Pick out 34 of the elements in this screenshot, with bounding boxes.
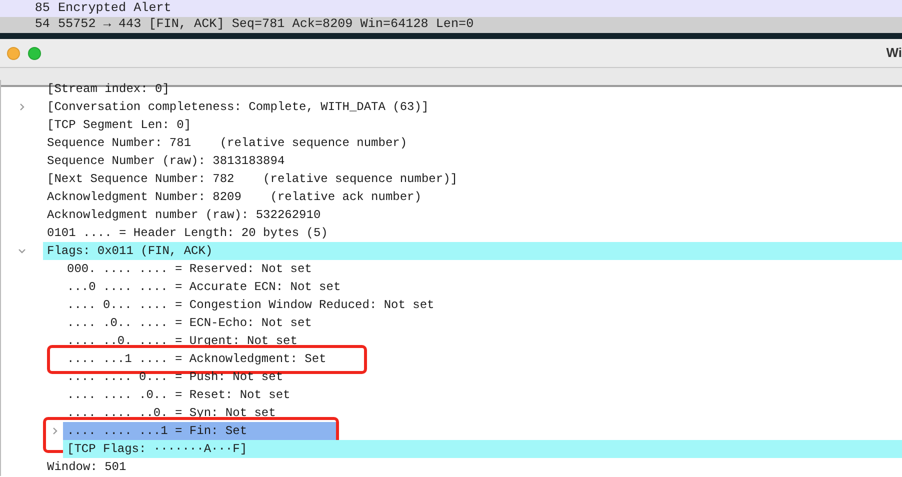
packet-row[interactable]: 85 Encrypted Alert <box>0 0 902 16</box>
tree-item[interactable]: 0101 .... = Header Length: 20 bytes (5) <box>43 224 902 242</box>
tree-item[interactable]: Sequence Number: 781 (relative sequence number) <box>43 134 902 152</box>
packet-length: 54 <box>34 16 51 34</box>
window-title: Wi <box>886 44 902 62</box>
tree-item[interactable]: [Stream index: 0] <box>43 80 902 98</box>
tree-item[interactable]: .... ...1 .... = Acknowledgment: Set <box>63 350 902 368</box>
packet-info: Encrypted Alert <box>58 0 172 17</box>
tree-item[interactable]: .... .... .0.. = Reset: Not set <box>63 386 902 404</box>
tree-item[interactable]: .... .... ...1 = Fin: Set <box>63 422 338 440</box>
tree-item[interactable]: .... .... 0... = Push: Not set <box>63 368 902 386</box>
tree-item[interactable]: Acknowledgment Number: 8209 (relative ack number) <box>43 188 902 206</box>
chevron-right-icon[interactable] <box>51 427 59 435</box>
tree-item[interactable]: Window: 501 <box>43 458 902 476</box>
packet-length: 85 <box>34 0 51 17</box>
tree-item[interactable]: .... .... ..0. = Syn: Not set <box>63 404 902 422</box>
tree-item[interactable]: [TCP Segment Len: 0] <box>43 116 902 134</box>
tree-item[interactable]: [TCP Flags: ·······A···F] <box>63 440 902 458</box>
zoom-button[interactable] <box>28 46 41 60</box>
tree-item[interactable]: .... ..0. .... = Urgent: Not set <box>63 332 902 350</box>
tree-item[interactable]: Flags: 0x011 (FIN, ACK) <box>43 242 902 260</box>
tree-item[interactable]: ...0 .... .... = Accurate ECN: Not set <box>63 278 902 296</box>
tree-item[interactable]: Acknowledgment number (raw): 532262910 <box>43 206 902 224</box>
tree-item[interactable]: .... 0... .... = Congestion Window Reduced: Not set <box>63 296 902 314</box>
packet-row[interactable]: 54 55752 → 443 [FIN, ACK] Seq=781 Ack=8209 Win=64128 Len=0 <box>0 16 902 33</box>
tree-item[interactable]: 000. .... .... = Reserved: Not set <box>63 260 902 278</box>
chevron-down-icon[interactable] <box>18 247 26 255</box>
tree-item[interactable]: Sequence Number (raw): 3813183894 <box>43 152 902 170</box>
minimize-button[interactable] <box>7 46 20 60</box>
tree-item[interactable]: [Conversation completeness: Complete, WITH_DATA (63)] <box>43 98 902 116</box>
tree-item[interactable]: [Next Sequence Number: 782 (relative sequence number)] <box>43 170 902 188</box>
chevron-right-icon[interactable] <box>18 103 26 111</box>
packet-info: 55752 → 443 [FIN, ACK] Seq=781 Ack=8209 Win=64128 Len=0 <box>58 16 474 34</box>
tree-item[interactable]: .... .0.. .... = ECN-Echo: Not set <box>63 314 902 332</box>
